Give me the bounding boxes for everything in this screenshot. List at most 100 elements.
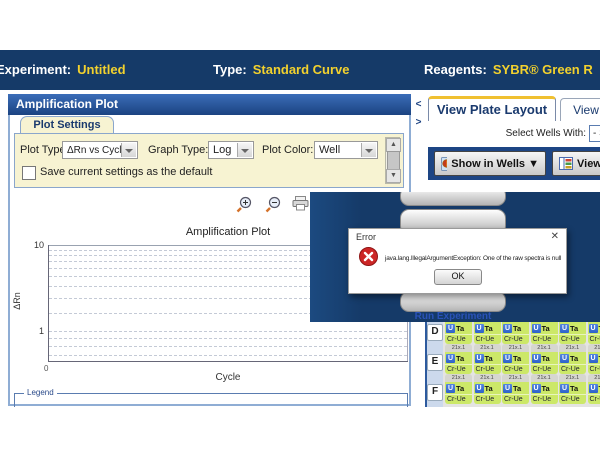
unknown-task-icon: U <box>589 384 598 393</box>
view-legend-label: View L <box>577 158 600 170</box>
settings-scrollbar[interactable]: ▲ ▼ <box>385 137 400 184</box>
unknown-task-icon: U <box>446 354 455 363</box>
error-icon <box>359 247 378 266</box>
unknown-task-icon: U <box>475 324 484 333</box>
instrument-button[interactable] <box>400 192 506 206</box>
amplification-panel-title: Amplification Plot <box>8 94 411 115</box>
well-sample-name: 21x.1 <box>588 344 600 352</box>
screenshot-root: Experiment:Untitled Type:Standard Curve … <box>0 0 600 450</box>
scrollbar-thumb[interactable] <box>387 151 400 170</box>
well-target-2: Cr-Ue <box>559 334 586 344</box>
unknown-task-icon: U <box>532 354 541 363</box>
well-target-1: Ta <box>570 324 578 333</box>
unknown-task-icon: U <box>475 384 484 393</box>
show-in-wells-button[interactable]: Show in Wells ▼ <box>434 151 546 176</box>
well-target-2: Cr-Ue <box>474 334 501 344</box>
save-default-label: Save current settings as the default <box>40 166 212 178</box>
well-target-2: Cr-Ue <box>588 394 600 404</box>
plate-well[interactable]: 21x.1UTaCr-Ue <box>502 374 529 404</box>
y-axis-label: ΔRn <box>12 292 22 310</box>
scroll-up-icon[interactable]: ▲ <box>386 138 401 152</box>
unknown-task-icon: U <box>503 324 512 333</box>
plot-type-value: ΔRn vs Cycle <box>67 145 127 156</box>
experiment-value: Untitled <box>77 62 125 77</box>
well-target-2: Cr-Ue <box>502 364 529 374</box>
run-experiment-label[interactable]: Run Experiment <box>400 311 506 322</box>
plate-toolbar: Show in Wells ▼ View L <box>428 147 600 180</box>
well-sample-name: 21x.1 <box>502 374 529 382</box>
plate-well[interactable]: 21x.1UTaCr-Ue <box>502 344 529 374</box>
well-target-2: Cr-Ue <box>588 334 600 344</box>
select-wells-dropdown[interactable]: - S <box>589 125 600 142</box>
plate-row-label-F: F <box>427 384 443 401</box>
well-target-1: Ta <box>542 354 550 363</box>
plate-well[interactable]: 21x.1UTaCr-Ue <box>474 344 501 374</box>
zoom-in-icon[interactable] <box>236 196 253 218</box>
tab-view-next[interactable]: View <box>560 98 600 121</box>
show-in-wells-label: Show in Wells ▼ <box>451 158 539 170</box>
unknown-task-icon: U <box>589 354 598 363</box>
print-icon[interactable] <box>292 196 309 216</box>
well-sample-name: 21x.1 <box>559 374 586 382</box>
well-target-2: Cr-Ue <box>445 364 472 374</box>
plot-color-dropdown[interactable]: Well <box>314 141 378 159</box>
error-dialog-title: Error <box>356 232 376 242</box>
unknown-task-icon: U <box>446 324 455 333</box>
instrument-button[interactable] <box>400 291 506 312</box>
plot-type-dropdown[interactable]: ΔRn vs Cycle <box>62 141 138 159</box>
chevron-down-icon <box>237 143 252 157</box>
well-target-2: Cr-Ue <box>531 394 558 404</box>
plate-well[interactable]: 21x.1UTaCr-Ue <box>588 374 600 404</box>
gridline <box>49 331 407 332</box>
collapse-right-arrow[interactable]: > <box>413 116 424 130</box>
well-target-1: Ta <box>570 384 578 393</box>
legend-label: Legend <box>24 388 57 397</box>
well-target-2: Cr-Ue <box>531 364 558 374</box>
gridline <box>49 338 407 339</box>
plate-well[interactable]: 21x.1UTaCr-Ue <box>559 344 586 374</box>
unknown-task-icon: U <box>560 384 569 393</box>
plate-row-label-D: D <box>427 324 443 341</box>
scroll-down-icon[interactable]: ▼ <box>386 169 401 183</box>
unknown-task-icon: U <box>560 324 569 333</box>
plate-well[interactable]: 21x.1UTaCr-Ue <box>531 374 558 404</box>
well-target-2: Cr-Ue <box>588 364 600 374</box>
well-target-2: Cr-Ue <box>445 394 472 404</box>
view-legend-button[interactable]: View L <box>552 151 600 176</box>
y-tick-1: 1 <box>26 326 44 336</box>
gridline <box>49 346 407 347</box>
experiment-info: Experiment:Untitled <box>0 62 126 77</box>
type-info: Type:Standard Curve <box>213 62 350 77</box>
plot-color-label: Plot Color: <box>262 144 313 156</box>
well-target-2: Cr-Ue <box>474 364 501 374</box>
well-target-1: Ta <box>542 384 550 393</box>
well-sample-name: 21x.1 <box>531 344 558 352</box>
ok-button[interactable]: OK <box>434 269 482 285</box>
save-default-checkbox[interactable] <box>22 166 36 180</box>
well-target-1: Ta <box>513 354 521 363</box>
reagents-label: Reagents: <box>424 62 487 77</box>
plate-well[interactable]: 21x.1UTaCr-Ue <box>588 344 600 374</box>
close-icon[interactable]: ✕ <box>551 231 559 242</box>
unknown-task-icon: U <box>446 384 455 393</box>
tab-view-plate-layout[interactable]: View Plate Layout <box>428 96 556 121</box>
plate-well[interactable]: 21x.1 UTaCr-Ue <box>445 374 472 404</box>
plate-well[interactable]: 21x.1UTaCr-Ue <box>474 374 501 404</box>
zoom-out-icon[interactable] <box>265 196 282 218</box>
select-wells-label: Select Wells With: <box>470 128 586 139</box>
plate-well[interactable]: 21x.1 UTaCr-Ue <box>531 344 558 374</box>
collapse-left-arrow[interactable]: < <box>413 98 424 112</box>
show-in-wells-icon <box>441 157 447 171</box>
well-sample-name: 21x.1 <box>445 374 472 382</box>
well-target-1: Ta <box>456 384 464 393</box>
unknown-task-icon: U <box>589 324 598 333</box>
well-target-1: Ta <box>513 384 521 393</box>
well-target-1: Ta <box>485 384 493 393</box>
unknown-task-icon: U <box>560 354 569 363</box>
graph-type-dropdown[interactable]: Log <box>208 141 254 159</box>
plate-well[interactable]: 21x.1UTaCr-Ue <box>445 344 472 374</box>
well-sample-name: 21x.1 <box>474 344 501 352</box>
well-sample-name: 21x.1 <box>474 374 501 382</box>
plate-well[interactable]: 21x.1UTaCr-Ue <box>559 374 586 404</box>
error-message: java.lang.IllegalArgumentException: One … <box>385 255 561 262</box>
